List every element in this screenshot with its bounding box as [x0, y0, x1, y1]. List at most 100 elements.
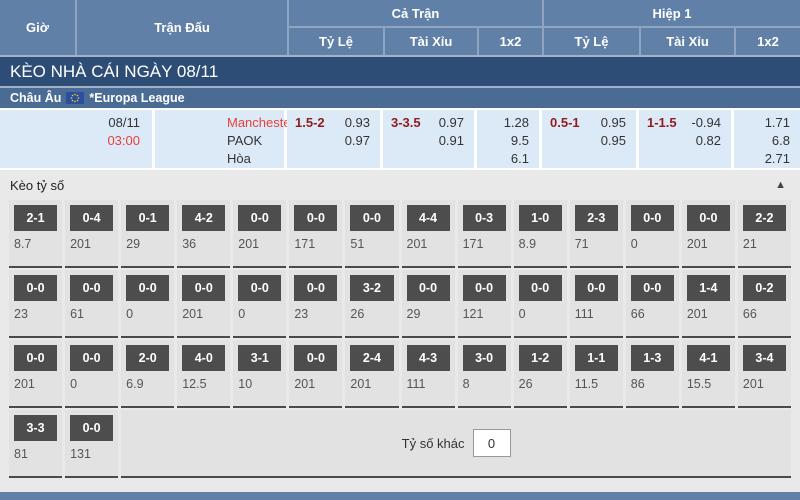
score-badge[interactable]: 4-3: [407, 345, 450, 371]
score-cell[interactable]: 2-06.9: [121, 340, 174, 408]
score-badge[interactable]: 0-0: [463, 275, 506, 301]
half-over-odds[interactable]: -0.94: [691, 114, 721, 132]
half-1x2-home[interactable]: 1.71: [765, 114, 790, 132]
full-under-odds[interactable]: 0.91: [439, 132, 464, 150]
score-badge[interactable]: 0-0: [70, 415, 113, 441]
score-cell[interactable]: 0-029: [402, 270, 455, 338]
score-badge[interactable]: 0-0: [294, 275, 337, 301]
score-cell[interactable]: 0-3171: [458, 200, 511, 268]
score-badge[interactable]: 4-2: [182, 205, 225, 231]
score-badge[interactable]: 0-0: [238, 275, 281, 301]
score-badge[interactable]: 2-2: [743, 205, 786, 231]
score-cell[interactable]: 0-00: [626, 200, 679, 268]
half-1x2-draw[interactable]: 2.71: [765, 150, 790, 168]
score-cell[interactable]: 0-0201: [9, 340, 62, 408]
home-team[interactable]: Manchester United: [227, 114, 284, 132]
score-badge[interactable]: 0-1: [126, 205, 169, 231]
full-handicap-odds-home[interactable]: 0.93: [345, 114, 370, 132]
score-badge[interactable]: 0-0: [294, 205, 337, 231]
away-team[interactable]: PAOK: [227, 132, 284, 150]
score-badge[interactable]: 0-0: [14, 275, 57, 301]
score-badge[interactable]: 4-4: [407, 205, 450, 231]
score-cell[interactable]: 2-4201: [345, 340, 398, 408]
score-badge[interactable]: 0-0: [14, 345, 57, 371]
score-cell[interactable]: 0-0131: [65, 410, 118, 478]
score-badge[interactable]: 0-3: [463, 205, 506, 231]
score-cell[interactable]: 0-0121: [458, 270, 511, 338]
other-score-input[interactable]: [473, 429, 511, 457]
score-cell[interactable]: 3-4201: [738, 340, 791, 408]
score-badge[interactable]: 1-0: [519, 205, 562, 231]
score-badge[interactable]: 0-0: [575, 275, 618, 301]
score-badge[interactable]: 3-2: [350, 275, 393, 301]
half-under-odds[interactable]: 0.82: [696, 132, 721, 150]
full-1x2-away[interactable]: 9.5: [511, 132, 529, 150]
score-badge[interactable]: 0-0: [70, 275, 113, 301]
score-badge[interactable]: 3-3: [14, 415, 57, 441]
score-cell[interactable]: 0-129: [121, 200, 174, 268]
score-cell[interactable]: 4-3111: [402, 340, 455, 408]
score-cell[interactable]: 1-386: [626, 340, 679, 408]
score-badge[interactable]: 0-0: [126, 275, 169, 301]
score-cell[interactable]: 0-0111: [570, 270, 623, 338]
score-badge[interactable]: 3-4: [743, 345, 786, 371]
score-badge[interactable]: 2-1: [14, 205, 57, 231]
full-over-odds[interactable]: 0.97: [439, 114, 464, 132]
score-badge[interactable]: 1-2: [519, 345, 562, 371]
score-badge[interactable]: 0-0: [182, 275, 225, 301]
half-1x2-away[interactable]: 6.8: [772, 132, 790, 150]
score-cell[interactable]: 0-061: [65, 270, 118, 338]
score-cell[interactable]: 0-023: [289, 270, 342, 338]
score-cell[interactable]: 4-236: [177, 200, 230, 268]
score-cell[interactable]: 0-00: [121, 270, 174, 338]
score-cell[interactable]: 3-226: [345, 270, 398, 338]
score-badge[interactable]: 3-0: [463, 345, 506, 371]
score-cell[interactable]: 0-266: [738, 270, 791, 338]
score-cell[interactable]: 2-221: [738, 200, 791, 268]
score-cell[interactable]: 2-18.7: [9, 200, 62, 268]
score-cell[interactable]: 1-226: [514, 340, 567, 408]
score-cell[interactable]: 0-00: [65, 340, 118, 408]
half-handicap-odds-home[interactable]: 0.95: [601, 114, 626, 132]
score-cell[interactable]: 0-023: [9, 270, 62, 338]
score-cell[interactable]: 0-0201: [289, 340, 342, 408]
full-handicap-odds-away[interactable]: 0.97: [345, 132, 370, 150]
score-badge[interactable]: 1-4: [687, 275, 730, 301]
score-badge[interactable]: 0-0: [687, 205, 730, 231]
score-badge[interactable]: 2-3: [575, 205, 618, 231]
score-cell[interactable]: 0-0171: [289, 200, 342, 268]
score-badge[interactable]: 0-0: [350, 205, 393, 231]
score-badge[interactable]: 0-0: [238, 205, 281, 231]
score-cell[interactable]: 1-4201: [682, 270, 735, 338]
score-badge[interactable]: 0-0: [631, 205, 674, 231]
score-cell[interactable]: 4-012.5: [177, 340, 230, 408]
score-badge[interactable]: 0-0: [70, 345, 113, 371]
score-badge[interactable]: 0-0: [294, 345, 337, 371]
score-badge[interactable]: 4-1: [687, 345, 730, 371]
full-1x2-draw[interactable]: 6.1: [511, 150, 529, 168]
score-cell[interactable]: 1-111.5: [570, 340, 623, 408]
score-badge[interactable]: 0-0: [631, 275, 674, 301]
score-cell[interactable]: 0-0201: [177, 270, 230, 338]
league-bar[interactable]: Châu Âu *Europa League: [0, 86, 800, 108]
score-cell[interactable]: 3-08: [458, 340, 511, 408]
score-cell[interactable]: 4-4201: [402, 200, 455, 268]
score-cell[interactable]: 4-115.5: [682, 340, 735, 408]
score-badge[interactable]: 4-0: [182, 345, 225, 371]
score-badge[interactable]: 3-1: [238, 345, 281, 371]
full-1x2-home[interactable]: 1.28: [504, 114, 529, 132]
score-badge[interactable]: 2-0: [126, 345, 169, 371]
score-cell[interactable]: 3-110: [233, 340, 286, 408]
score-cell[interactable]: 0-4201: [65, 200, 118, 268]
score-cell[interactable]: 0-0201: [682, 200, 735, 268]
half-handicap-odds-away[interactable]: 0.95: [601, 132, 626, 150]
score-cell[interactable]: 0-0201: [233, 200, 286, 268]
score-badge[interactable]: 0-0: [519, 275, 562, 301]
score-section-header[interactable]: Kèo tỷ số ▲: [0, 170, 800, 200]
score-badge[interactable]: 1-1: [575, 345, 618, 371]
score-cell[interactable]: 0-00: [233, 270, 286, 338]
score-cell[interactable]: 0-00: [514, 270, 567, 338]
score-cell[interactable]: 0-066: [626, 270, 679, 338]
score-badge[interactable]: 0-4: [70, 205, 113, 231]
collapse-icon[interactable]: ▲: [775, 179, 786, 191]
